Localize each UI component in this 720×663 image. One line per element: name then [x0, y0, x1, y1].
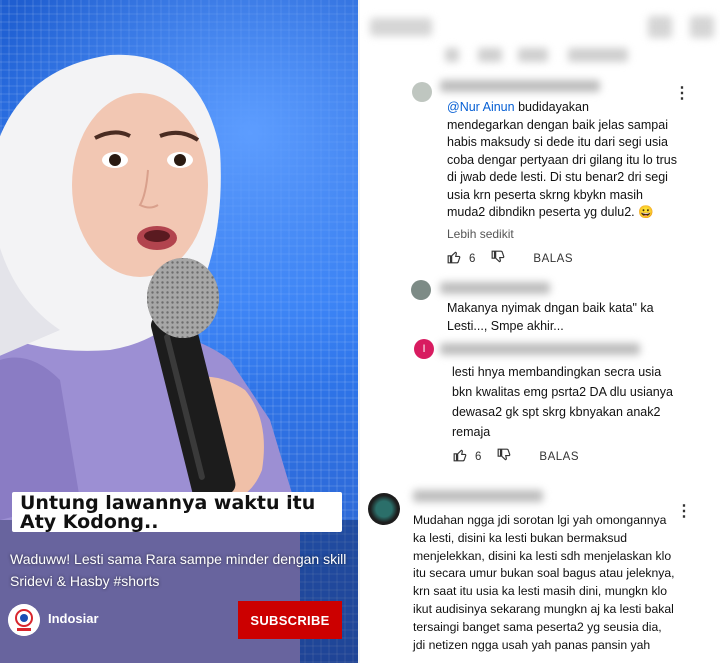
- reply-button[interactable]: BALAS: [539, 451, 579, 463]
- avatar[interactable]: [412, 82, 432, 102]
- thumbs-up-icon[interactable]: [453, 448, 467, 465]
- thumbs-down-icon[interactable]: [491, 250, 505, 267]
- subscribe-button[interactable]: SUBSCRIBE: [238, 601, 342, 639]
- read-less-link[interactable]: Lebih sedikit: [447, 227, 514, 241]
- comment-body: lesti hnya membandingkan secra usia bkn …: [452, 365, 673, 439]
- indosiar-logo-icon: [8, 604, 40, 636]
- video-caption: Untung lawannya waktu itu Aty Kodong..: [12, 492, 342, 532]
- avatar[interactable]: I: [414, 339, 434, 359]
- reply-button[interactable]: BALAS: [533, 253, 573, 265]
- mention-link[interactable]: @Nur Ainun: [447, 100, 515, 114]
- more-vert-icon[interactable]: ⋮: [676, 504, 692, 520]
- comment-body: @Nur Ainun budidayakan mendegarkan denga…: [447, 100, 678, 219]
- panel-divider: [358, 0, 360, 663]
- comment-actions: 6 BALAS: [447, 250, 573, 267]
- avatar[interactable]: [368, 493, 400, 525]
- like-count: 6: [469, 252, 476, 265]
- thumbs-up-icon[interactable]: [447, 250, 461, 267]
- thumbs-down-icon[interactable]: [497, 448, 511, 465]
- avatar[interactable]: [411, 280, 431, 300]
- like-count: 6: [475, 450, 482, 463]
- channel-name[interactable]: Indosiar: [48, 611, 99, 626]
- video-title[interactable]: Waduww! Lesti sama Rara sampe minder den…: [10, 548, 350, 592]
- video-player[interactable]: Untung lawannya waktu itu Aty Kodong.. W…: [0, 0, 358, 663]
- comment-body: Mudahan ngga jdi sorotan lgi yah omongan…: [413, 513, 675, 652]
- comment-actions: 6 BALAS: [453, 448, 579, 465]
- channel-avatar[interactable]: [8, 604, 40, 636]
- comment-body: Makanya nyimak dngan baik kata" ka Lesti…: [447, 301, 654, 333]
